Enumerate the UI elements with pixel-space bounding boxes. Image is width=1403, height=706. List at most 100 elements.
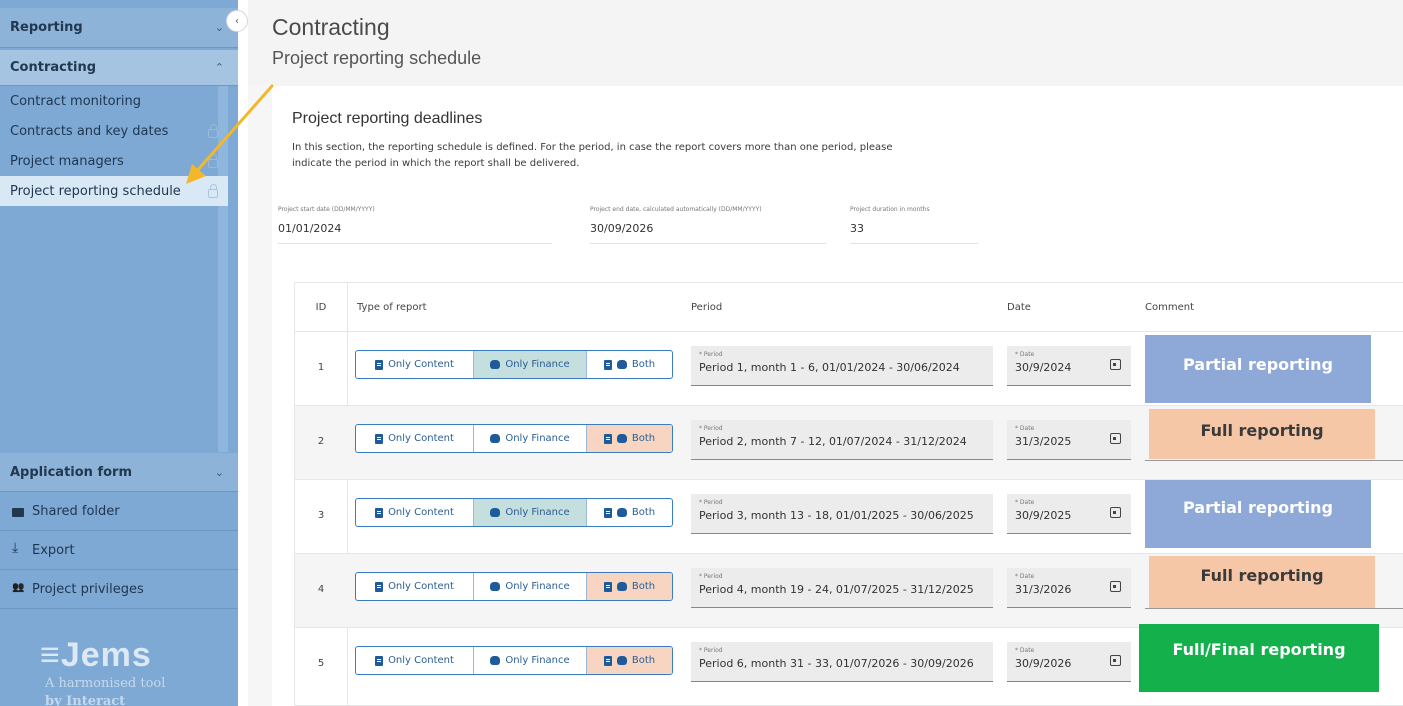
- option-only-content[interactable]: Only Content: [356, 499, 474, 526]
- period-value: Period 6, month 31 - 33, 01/07/2026 - 30…: [699, 657, 974, 670]
- lock-icon: [208, 124, 218, 138]
- option-only-content[interactable]: Only Content: [356, 573, 474, 600]
- option-only-content[interactable]: Only Content: [356, 351, 474, 378]
- period-select[interactable]: * Period Period 3, month 13 - 18, 01/01/…: [691, 494, 993, 534]
- document-icon: [603, 581, 612, 592]
- input-label: * Period: [699, 647, 723, 654]
- period-select[interactable]: * Period Period 2, month 7 - 12, 01/07/2…: [691, 420, 993, 460]
- sidebar-item-contracts-key-dates[interactable]: Contracts and key dates: [0, 116, 228, 146]
- option-both[interactable]: Both: [587, 647, 672, 674]
- period-select[interactable]: * Period Period 4, month 19 - 24, 01/07/…: [691, 568, 993, 608]
- chevron-up-icon: ⌃: [214, 61, 224, 74]
- input-label: * Date: [1015, 425, 1035, 432]
- input-label: * Date: [1015, 351, 1035, 358]
- option-only-finance[interactable]: Only Finance: [474, 573, 587, 600]
- table-row: 1 Only Content Only Finance Both * Perio…: [295, 332, 1403, 405]
- table-row: 3 Only Content Only Finance Both * Perio…: [295, 480, 1403, 553]
- date-input[interactable]: * Date 31/3/2026: [1007, 568, 1131, 608]
- document-icon: [603, 655, 612, 666]
- date-input[interactable]: * Date 30/9/2024: [1007, 346, 1131, 386]
- main-content: Project reporting deadlines In this sect…: [248, 86, 1403, 706]
- page-header: Contracting Project reporting schedule: [248, 0, 1403, 86]
- calendar-icon[interactable]: [1110, 581, 1121, 592]
- option-label: Only Finance: [505, 581, 570, 592]
- partial-reporting-label: Partial reporting: [1145, 335, 1371, 403]
- input-label: * Period: [699, 425, 723, 432]
- logo-tagline-by: by Interact: [45, 694, 126, 706]
- option-label: Both: [631, 507, 656, 518]
- option-only-finance[interactable]: Only Finance: [474, 351, 587, 378]
- input-label: * Date: [1015, 499, 1035, 506]
- option-both[interactable]: Both: [587, 499, 672, 526]
- date-input[interactable]: * Date 31/3/2025: [1007, 420, 1131, 460]
- sidebar-item-project-privileges[interactable]: Project privileges: [0, 570, 238, 608]
- column-header-type: Type of report: [357, 301, 427, 313]
- calendar-icon[interactable]: [1110, 507, 1121, 518]
- calendar-icon[interactable]: [1110, 655, 1121, 666]
- date-input[interactable]: * Date 30/9/2025: [1007, 494, 1131, 534]
- sidebar-item-shared-folder[interactable]: Shared folder: [0, 492, 238, 530]
- option-only-content[interactable]: Only Content: [356, 647, 474, 674]
- document-icon: [375, 359, 384, 370]
- option-label: Both: [631, 581, 656, 592]
- divider: [0, 608, 238, 609]
- field-value: 30/09/2026: [590, 222, 654, 235]
- option-only-finance[interactable]: Only Finance: [474, 499, 587, 526]
- field-value: 01/01/2024: [278, 222, 342, 235]
- input-label: * Date: [1015, 647, 1035, 654]
- comment-field[interactable]: [1145, 460, 1403, 461]
- page-subtitle: Project reporting schedule: [272, 48, 482, 68]
- date-input[interactable]: * Date 30/9/2026: [1007, 642, 1131, 682]
- report-type-toggle: Only Content Only Finance Both: [355, 646, 673, 675]
- option-only-finance[interactable]: Only Finance: [474, 425, 587, 452]
- sidebar-item-label: Contract monitoring: [10, 93, 142, 109]
- document-icon: [375, 507, 384, 518]
- sidebar-item-project-managers[interactable]: Project managers: [0, 146, 228, 176]
- coins-icon: [616, 656, 627, 665]
- field-label: Project duration in months: [850, 206, 930, 213]
- coins-icon: [616, 508, 627, 517]
- comment-field[interactable]: [1145, 608, 1403, 609]
- option-both[interactable]: Both: [587, 573, 672, 600]
- sidebar-item-contract-monitoring[interactable]: Contract monitoring: [0, 86, 228, 116]
- option-label: Only Content: [388, 507, 454, 518]
- option-only-content[interactable]: Only Content: [356, 425, 474, 452]
- coins-icon: [616, 360, 627, 369]
- sidebar-item-label: Contracts and key dates: [10, 123, 169, 139]
- document-icon: [603, 433, 612, 444]
- field-label: Project end date, calculated automatical…: [590, 206, 762, 213]
- option-label: Only Finance: [505, 433, 570, 444]
- sidebar-section-application-form[interactable]: Application form ⌄: [0, 453, 238, 491]
- option-only-finance[interactable]: Only Finance: [474, 647, 587, 674]
- lock-icon: [208, 184, 218, 198]
- full-reporting-label: Full reporting: [1149, 556, 1375, 608]
- sidebar-section-reporting[interactable]: Reporting ⌄: [0, 8, 238, 48]
- calendar-icon[interactable]: [1110, 433, 1121, 444]
- sidebar-item-label: Project managers: [10, 153, 124, 169]
- period-select[interactable]: * Period Period 1, month 1 - 6, 01/01/20…: [691, 346, 993, 386]
- table-row: 4 Only Content Only Finance Both * Perio…: [295, 554, 1403, 627]
- sidebar-item-project-reporting-schedule[interactable]: Project reporting schedule: [0, 176, 228, 206]
- partial-reporting-label: Partial reporting: [1145, 480, 1371, 548]
- coins-icon: [490, 434, 501, 443]
- project-duration-field: Project duration in months 33: [850, 206, 978, 244]
- option-both[interactable]: Both: [587, 351, 672, 378]
- report-type-toggle: Only Content Only Finance Both: [355, 350, 673, 379]
- option-label: Only Content: [388, 581, 454, 592]
- sidebar-section-contracting[interactable]: Contracting ⌃: [0, 50, 238, 86]
- period-select[interactable]: * Period Period 6, month 31 - 33, 01/07/…: [691, 642, 993, 682]
- coins-icon: [490, 360, 501, 369]
- calendar-icon[interactable]: [1110, 359, 1121, 370]
- row-id: 1: [317, 362, 325, 373]
- sidebar-collapse-button[interactable]: ‹: [226, 10, 248, 32]
- option-both[interactable]: Both: [587, 425, 672, 452]
- folder-icon: [12, 507, 24, 517]
- row-id: 3: [317, 510, 325, 521]
- period-value: Period 1, month 1 - 6, 01/01/2024 - 30/0…: [699, 361, 960, 374]
- date-value: 30/9/2026: [1015, 657, 1072, 670]
- period-value: Period 2, month 7 - 12, 01/07/2024 - 31/…: [699, 435, 967, 448]
- sidebar-reporting-label: Reporting: [10, 20, 83, 35]
- sidebar-item-export[interactable]: Export: [0, 531, 238, 569]
- field-label: Project start date (DD/MM/YYYY): [278, 206, 375, 213]
- logo-tagline: A harmonised tool: [45, 676, 166, 691]
